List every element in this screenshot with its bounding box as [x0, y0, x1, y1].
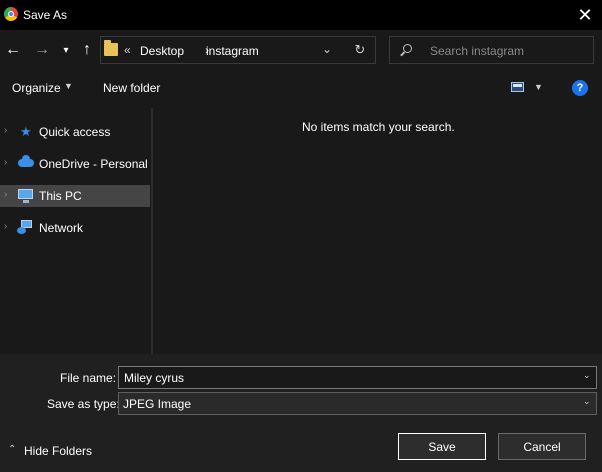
- address-dropdown-icon[interactable]: ⌄: [320, 42, 334, 56]
- up-button[interactable]: ↑: [79, 40, 95, 60]
- folder-icon: [104, 40, 118, 56]
- sidebar-item-label: Network: [39, 221, 84, 235]
- chrome-icon: [4, 7, 18, 21]
- file-name-input[interactable]: Miley cyrus: [124, 371, 184, 385]
- search-icon: [403, 44, 412, 53]
- save-type-label: Save as type:: [47, 397, 120, 411]
- back-button[interactable]: ←: [4, 40, 22, 60]
- cloud-icon: [18, 155, 34, 167]
- save-button[interactable]: Save: [398, 433, 486, 460]
- sidebar-item-label: Quick access: [39, 125, 111, 139]
- cancel-button[interactable]: Cancel: [498, 433, 586, 460]
- view-options-icon[interactable]: [511, 82, 524, 92]
- file-name-label: File name:: [60, 371, 117, 385]
- arrow-up-icon: ↑: [83, 41, 91, 58]
- breadcrumb-instagram[interactable]: instagram: [206, 44, 259, 58]
- arrow-right-icon: →: [34, 41, 50, 58]
- chevron-down-icon: ▾: [63, 44, 69, 56]
- caret-down-icon: ▼: [64, 81, 73, 91]
- chevron-up-icon[interactable]: ⌃: [8, 444, 16, 455]
- pane-divider[interactable]: [151, 108, 153, 354]
- refresh-icon[interactable]: ↻: [352, 42, 368, 58]
- computer-icon: [18, 189, 33, 203]
- recent-locations-button[interactable]: ▾: [60, 40, 72, 60]
- sidebar-item-label: OneDrive - Personal: [39, 157, 148, 171]
- breadcrumb-desktop[interactable]: Desktop: [140, 44, 184, 58]
- breadcrumb-overflow[interactable]: «: [124, 43, 131, 57]
- help-icon[interactable]: ?: [572, 80, 588, 96]
- empty-message: No items match your search.: [302, 120, 455, 134]
- sidebar-item-label: This PC: [39, 189, 82, 203]
- network-icon: [17, 220, 33, 234]
- star-icon: ★: [20, 124, 32, 139]
- arrow-left-icon: ←: [5, 41, 21, 58]
- file-name-field[interactable]: [118, 366, 597, 389]
- title-bar: [0, 0, 602, 30]
- chevron-right-icon[interactable]: ›: [4, 221, 7, 232]
- window-title: Save As: [23, 8, 68, 22]
- new-folder-button[interactable]: New folder: [103, 81, 160, 95]
- chevron-right-icon[interactable]: ›: [4, 157, 7, 168]
- organize-button[interactable]: Organize: [12, 81, 61, 95]
- chevron-right-icon[interactable]: ›: [4, 189, 7, 200]
- close-icon: ✕: [577, 4, 593, 25]
- chevron-right-icon[interactable]: ›: [4, 125, 7, 136]
- search-input[interactable]: Search instagram: [430, 44, 524, 58]
- hide-folders-button[interactable]: Hide Folders: [24, 444, 92, 458]
- save-type-dropdown-icon[interactable]: ⌄: [583, 396, 591, 407]
- save-type-value[interactable]: JPEG Image: [123, 397, 191, 411]
- forward-button[interactable]: →: [33, 40, 51, 60]
- close-button[interactable]: ✕: [572, 3, 598, 27]
- view-caret-down-icon[interactable]: ▼: [534, 82, 543, 92]
- file-name-dropdown-icon[interactable]: ⌄: [583, 370, 591, 381]
